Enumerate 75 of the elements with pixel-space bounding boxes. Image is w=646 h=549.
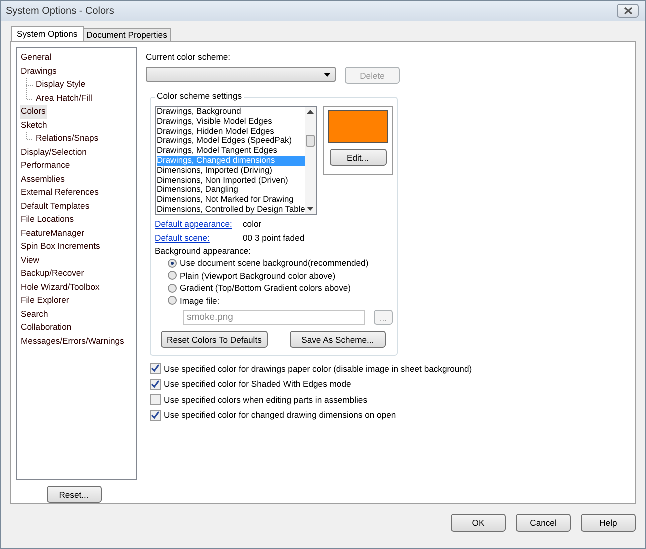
- color-list-item[interactable]: Drawings, Model Tangent Edges: [157, 146, 305, 156]
- close-icon: [624, 7, 632, 15]
- checkmark-icon: [151, 410, 160, 420]
- color-list-item[interactable]: Drawings, Visible Model Edges: [157, 116, 305, 127]
- color-list-item[interactable]: Drawings, Model Edges (SpeedPak): [157, 136, 305, 146]
- tree-item[interactable]: Messages/Errors/Warnings: [20, 334, 126, 348]
- checkbox[interactable]: [150, 363, 161, 374]
- color-list-item[interactable]: Dimensions, Imported (Driving): [157, 166, 305, 176]
- tree-item[interactable]: Search: [20, 308, 50, 321]
- radio-button[interactable]: [168, 258, 177, 268]
- action-button[interactable]: Reset Colors To Defaults: [161, 331, 268, 348]
- dialog-button[interactable]: Cancel: [516, 514, 571, 532]
- color-list-item[interactable]: Drawings, Hidden Model Edges: [157, 126, 305, 136]
- radio-label: Use document scene background(recommended): [180, 258, 369, 268]
- group-title: Color scheme settings: [155, 91, 244, 101]
- tree-item[interactable]: External References: [20, 186, 100, 200]
- tree-item[interactable]: Drawings: [20, 64, 58, 78]
- radio-button[interactable]: [168, 284, 177, 293]
- tree-item[interactable]: Area Hatch/Fill: [35, 92, 94, 105]
- scheme-label: Current color scheme:: [146, 52, 231, 62]
- dialog-button[interactable]: OK: [451, 514, 506, 532]
- tree-item[interactable]: Hole Wizard/Toolbox: [20, 280, 101, 294]
- window-title: System Options - Colors: [6, 6, 114, 16]
- radio-button[interactable]: [168, 271, 177, 280]
- tree-item[interactable]: File Explorer: [20, 294, 70, 308]
- tree-item[interactable]: Colors: [20, 105, 47, 118]
- tree-item[interactable]: Default Templates: [20, 200, 91, 213]
- tree-item[interactable]: Assemblies: [20, 172, 66, 186]
- close-button[interactable]: [617, 4, 639, 18]
- checkbox-label: Use specified color for changed drawing dimensions on open: [164, 410, 396, 420]
- reset-button[interactable]: Reset...: [46, 486, 102, 503]
- checkbox-label: Use specified colors when editing parts in assemblies: [164, 394, 368, 405]
- tree-item[interactable]: FeatureManager: [20, 226, 86, 240]
- tree-item[interactable]: General: [20, 51, 53, 64]
- tree-item[interactable]: Performance: [20, 159, 72, 172]
- tree-item[interactable]: View: [20, 254, 40, 267]
- color-list-item[interactable]: Dimensions, Dangling: [157, 185, 305, 196]
- scroll-up-icon: [307, 110, 314, 114]
- dropdown-arrow-icon: [324, 72, 331, 76]
- tree-item[interactable]: Display Style: [35, 78, 87, 92]
- background-label: Background appearance:: [155, 245, 252, 257]
- tree-item[interactable]: Relations/Snaps: [35, 132, 100, 146]
- color-list-item[interactable]: Dimensions, Not Marked for Drawing: [157, 195, 305, 205]
- tab[interactable]: Document Properties: [82, 28, 172, 41]
- tree-line-icon: [26, 132, 33, 140]
- tree-item[interactable]: Sketch: [20, 118, 48, 132]
- dialog-button[interactable]: Help: [581, 514, 636, 532]
- checkbox-label: Use specified color for Shaded With Edges mode: [164, 379, 352, 390]
- color-list-item[interactable]: Dimensions, Controlled by Design Table: [157, 204, 305, 214]
- tree-item[interactable]: Backup/Recover: [20, 267, 86, 280]
- tree-item[interactable]: File Locations: [20, 213, 76, 226]
- link-value: 00 3 point faded: [243, 233, 305, 243]
- checkbox[interactable]: [150, 378, 161, 390]
- radio-label: Image file:: [180, 296, 220, 306]
- checkbox[interactable]: [150, 410, 161, 421]
- scroll-thumb[interactable]: [306, 134, 315, 146]
- radio-label: Plain (Viewport Background color above): [180, 270, 336, 281]
- scroll-down-icon: [307, 207, 314, 211]
- scheme-dropdown[interactable]: [146, 67, 336, 82]
- link-value: color: [243, 219, 262, 229]
- checkbox[interactable]: [150, 394, 161, 406]
- checkbox-label: Use specified color for drawings paper color (disable image in sheet background): [164, 364, 472, 374]
- radio-button[interactable]: [168, 296, 177, 306]
- tree-item[interactable]: Collaboration: [20, 321, 73, 334]
- color-list-item[interactable]: Dimensions, Non Imported (Driven): [157, 176, 305, 186]
- tab[interactable]: System Options: [11, 26, 84, 41]
- tree-item[interactable]: Spin Box Increments: [20, 240, 102, 254]
- link[interactable]: Default scene:: [155, 233, 243, 243]
- link[interactable]: Default appearance:: [155, 219, 243, 229]
- tree-item[interactable]: Display/Selection: [20, 146, 88, 159]
- action-button[interactable]: Save As Scheme...: [290, 331, 386, 348]
- radio-label: Gradient (Top/Bottom Gradient colors above): [180, 283, 352, 294]
- color-list-item[interactable]: Drawings, Background: [157, 107, 305, 117]
- scrollbar[interactable]: [305, 107, 316, 214]
- edit-button[interactable]: Edit...: [330, 149, 386, 166]
